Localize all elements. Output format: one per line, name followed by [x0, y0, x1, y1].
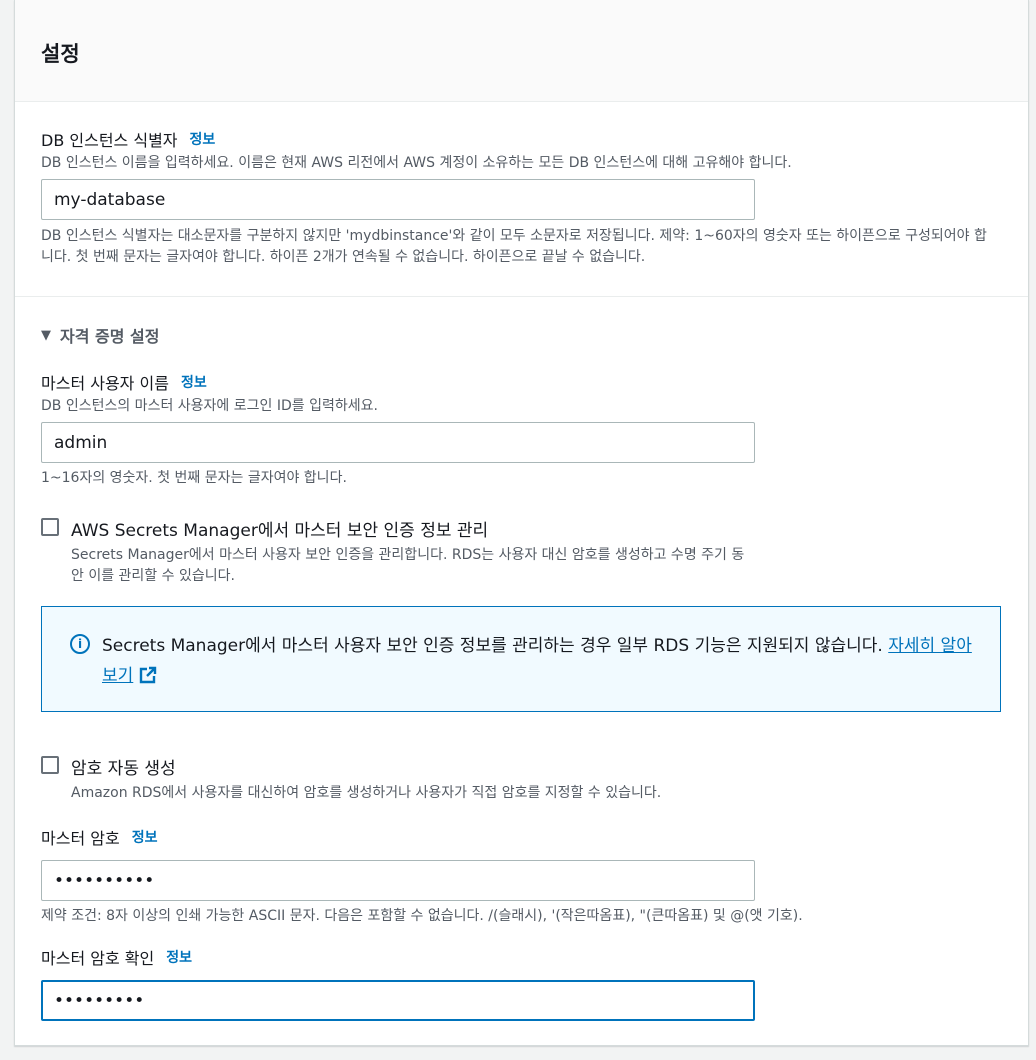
section-divider: [15, 296, 1028, 297]
db-identifier-description: DB 인스턴스 이름을 입력하세요. 이름은 현재 AWS 리전에서 AWS 계…: [41, 155, 792, 171]
caret-down-icon: ▼: [41, 327, 51, 343]
master-password-label: 마스터 암호: [41, 829, 120, 848]
secrets-manager-label[interactable]: AWS Secrets Manager에서 마스터 보안 인증 정보 관리: [71, 516, 751, 541]
secrets-manager-description: Secrets Manager에서 마스터 사용자 보안 인증을 관리합니다. …: [71, 547, 745, 584]
master-username-input[interactable]: [41, 422, 755, 463]
auto-password-option: 암호 자동 생성 Amazon RDS에서 사용자를 대신하여 암호를 생성하거…: [41, 754, 1014, 804]
confirm-password-input[interactable]: [41, 980, 755, 1021]
master-username-constraint: 1~16자의 영숫자. 첫 번째 문자는 글자여야 합니다.: [41, 470, 347, 486]
auto-password-label[interactable]: 암호 자동 생성: [71, 754, 971, 779]
master-password-input[interactable]: [41, 860, 755, 901]
master-password-constraint: 제약 조건: 8자 이상의 인쇄 가능한 ASCII 문자. 다음은 포함할 수…: [41, 908, 803, 924]
info-circle-icon: i: [70, 634, 90, 654]
secrets-manager-checkbox[interactable]: [41, 518, 59, 536]
master-password-info-link[interactable]: 정보: [132, 827, 158, 847]
settings-panel: 설정 DB 인스턴스 식별자 정보 DB 인스턴스 이름을 입력하세요. 이름은…: [14, 0, 1029, 1046]
secrets-manager-option: AWS Secrets Manager에서 마스터 보안 인증 정보 관리 Se…: [41, 516, 1014, 587]
credentials-expander[interactable]: ▼ 자격 증명 설정: [41, 323, 1014, 347]
confirm-password-field: 마스터 암호 확인 정보: [41, 945, 1014, 1021]
info-alert-message: Secrets Manager에서 마스터 사용자 보안 인증 정보를 관리하는…: [102, 636, 883, 656]
master-username-description: DB 인스턴스의 마스터 사용자에 로그인 ID를 입력하세요.: [41, 398, 378, 414]
db-identifier-constraint: DB 인스턴스 식별자는 대소문자를 구분하지 않지만 'mydbinstanc…: [41, 228, 987, 265]
db-identifier-field: DB 인스턴스 식별자 정보 DB 인스턴스 이름을 입력하세요. 이름은 현재…: [41, 127, 1014, 268]
master-password-field: 마스터 암호 정보 제약 조건: 8자 이상의 인쇄 가능한 ASCII 문자.…: [41, 825, 1014, 927]
auto-password-description: Amazon RDS에서 사용자를 대신하여 암호를 생성하거나 사용자가 직접…: [71, 785, 662, 801]
master-username-field: 마스터 사용자 이름 정보 DB 인스턴스의 마스터 사용자에 로그인 ID를 …: [41, 370, 1014, 489]
db-identifier-info-link[interactable]: 정보: [190, 129, 216, 149]
credentials-expander-label: 자격 증명 설정: [60, 327, 160, 346]
master-username-label: 마스터 사용자 이름: [41, 374, 169, 393]
auto-password-checkbox[interactable]: [41, 756, 59, 774]
info-alert-text: Secrets Manager에서 마스터 사용자 보안 인증 정보를 관리하는…: [102, 631, 972, 691]
info-alert: i Secrets Manager에서 마스터 사용자 보안 인증 정보를 관리…: [41, 606, 1001, 712]
db-identifier-input[interactable]: [41, 179, 755, 220]
panel-header: 설정: [15, 0, 1028, 102]
confirm-password-info-link[interactable]: 정보: [166, 947, 192, 967]
confirm-password-label: 마스터 암호 확인: [41, 949, 155, 968]
panel-title: 설정: [41, 42, 80, 66]
master-username-info-link[interactable]: 정보: [181, 372, 207, 392]
db-identifier-label: DB 인스턴스 식별자: [41, 131, 178, 150]
external-link-icon: [140, 666, 157, 684]
